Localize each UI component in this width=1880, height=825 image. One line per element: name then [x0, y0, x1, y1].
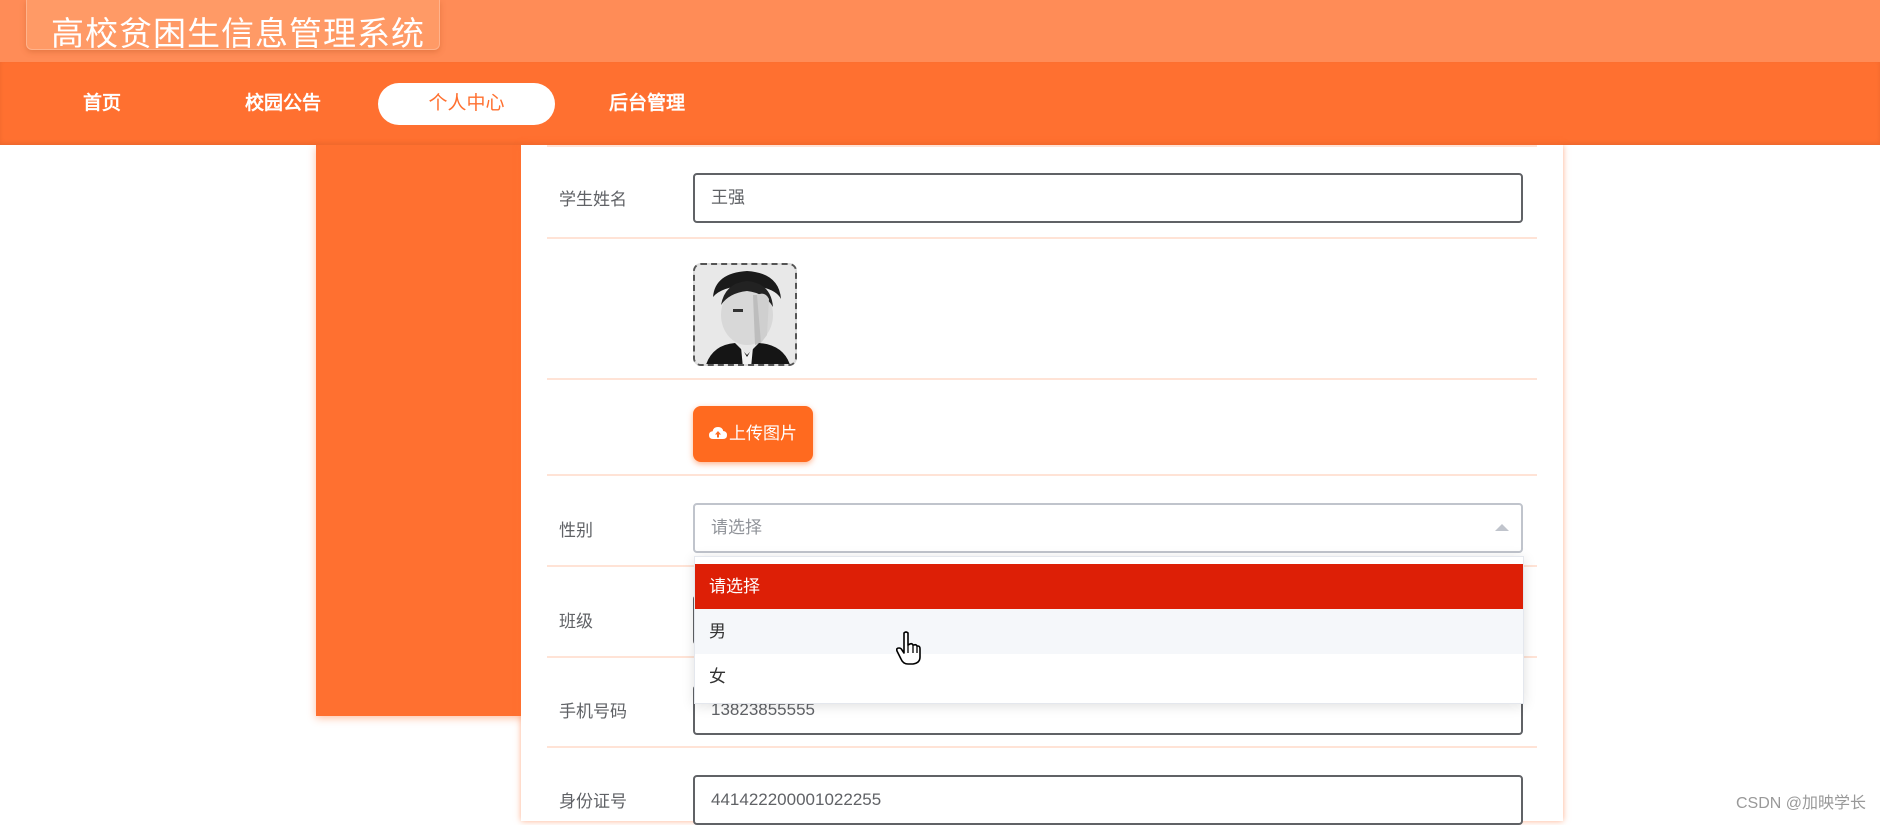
student-name-label: 学生姓名: [559, 185, 627, 210]
row-divider: [547, 378, 1537, 380]
gender-option-male[interactable]: 男: [695, 609, 1523, 654]
hand-cursor-icon: [896, 631, 922, 670]
nav-item-personal-center[interactable]: 个人中心: [378, 83, 555, 125]
upload-image-label: 上传图片: [729, 424, 797, 443]
profile-form: 学生姓名 王强 上传图片 性别 请选择 班级 手机号码: [521, 145, 1563, 821]
row-divider: [547, 474, 1537, 476]
phone-label: 手机号码: [559, 697, 627, 722]
row-divider: [547, 746, 1537, 748]
caret-up-icon[interactable]: [1495, 524, 1509, 531]
nav-item-announcements[interactable]: 校园公告: [228, 83, 338, 125]
top-header: 高校贫困生信息管理系统: [0, 0, 1880, 62]
avatar-image: [693, 263, 797, 366]
gender-option-female[interactable]: 女: [695, 654, 1523, 699]
app-title: 高校贫困生信息管理系统: [51, 7, 425, 55]
gender-option-placeholder[interactable]: 请选择: [695, 564, 1523, 609]
student-name-input[interactable]: 王强: [693, 173, 1523, 223]
gender-dropdown: 请选择 男 女: [694, 556, 1524, 704]
class-label: 班级: [559, 607, 593, 632]
gender-label: 性别: [559, 516, 593, 541]
id-number-label: 身份证号: [559, 787, 627, 812]
gender-select-placeholder: 请选择: [711, 518, 762, 537]
cloud-upload-icon: [709, 407, 727, 463]
watermark: CSDN @加映学长: [1736, 789, 1866, 813]
app-title-box: 高校贫困生信息管理系统: [26, 0, 440, 50]
row-divider: [547, 237, 1537, 239]
row-divider: [547, 145, 1537, 147]
upload-image-button[interactable]: 上传图片: [693, 406, 813, 462]
gender-select[interactable]: 请选择: [693, 503, 1523, 553]
main-nav: 首页 校园公告 个人中心 后台管理: [0, 62, 1880, 145]
nav-item-admin[interactable]: 后台管理: [592, 83, 702, 125]
id-number-input[interactable]: 441422200001022255: [693, 775, 1523, 825]
side-decor-panel: [316, 145, 526, 716]
avatar-photo: [695, 265, 797, 366]
nav-item-home[interactable]: 首页: [62, 83, 142, 125]
